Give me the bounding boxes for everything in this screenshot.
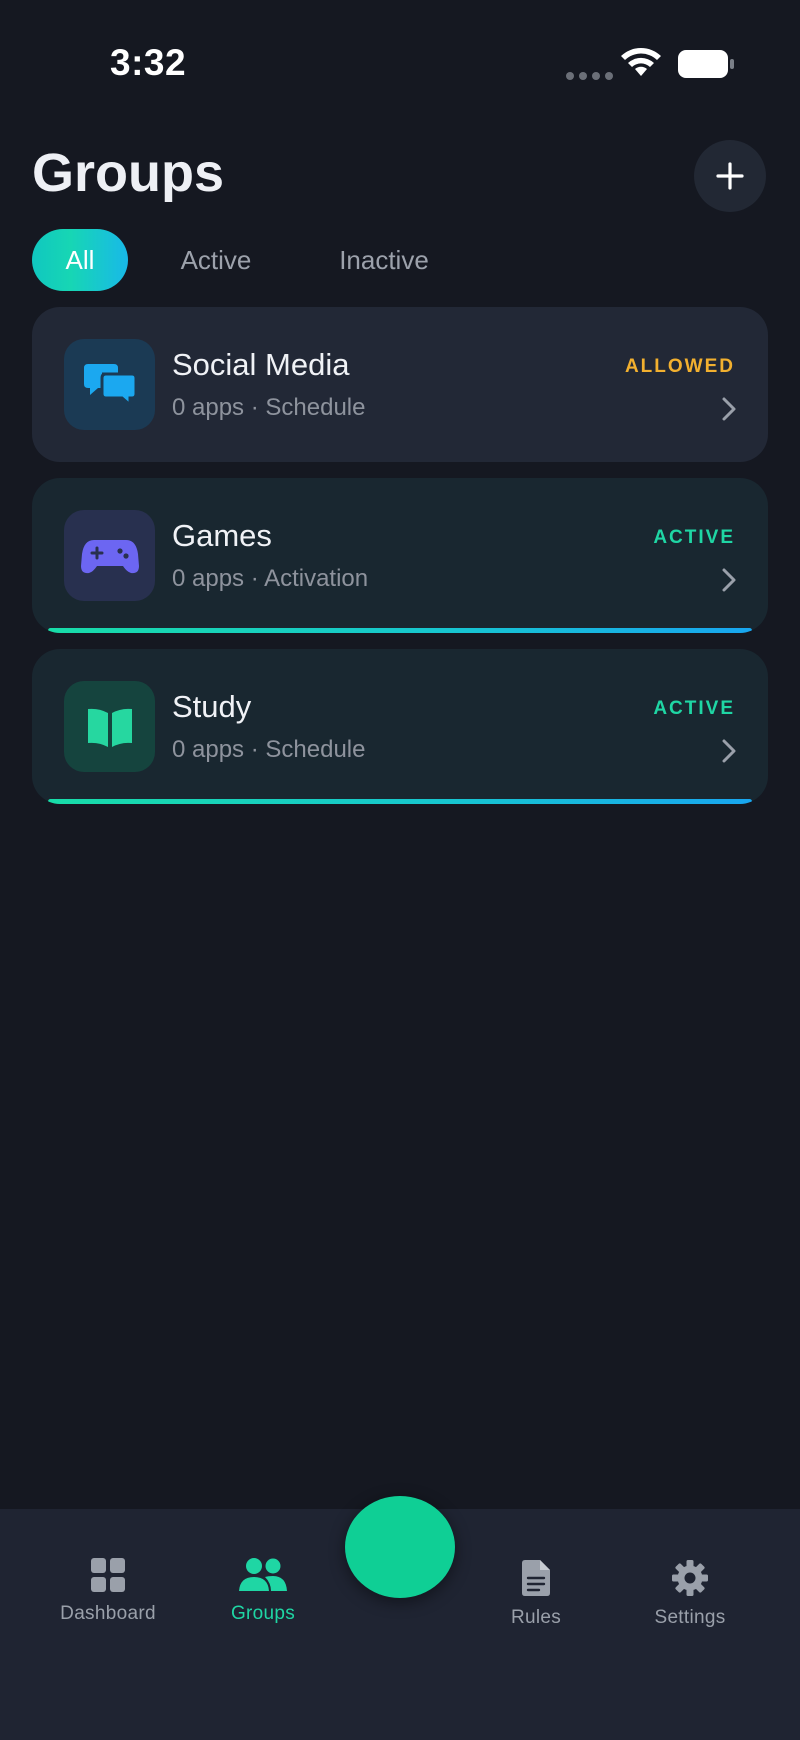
group-name: Social Media <box>172 347 350 382</box>
group-meta: 0 apps · Schedule <box>172 394 366 421</box>
nav-label: Settings <box>654 1607 726 1628</box>
status-bar: 3:32 <box>0 0 800 120</box>
group-card-games[interactable]: Games 0 apps · Activation ACTIVE <box>32 478 768 633</box>
status-time: 3:32 <box>110 42 187 83</box>
nav-label: Dashboard <box>60 1603 156 1624</box>
status-badge: ACTIVE <box>653 527 735 548</box>
group-meta: 0 apps · Schedule <box>172 736 366 763</box>
chevron-right-icon <box>722 739 736 763</box>
status-badge: ALLOWED <box>624 356 735 377</box>
tab-inactive[interactable]: Inactive <box>304 229 464 291</box>
group-name: Study <box>172 689 252 724</box>
page-title: Groups <box>32 143 225 203</box>
group-card-study[interactable]: Study 0 apps · Schedule ACTIVE <box>32 649 768 804</box>
nav-settings[interactable]: Settings <box>640 1559 740 1629</box>
nav-dashboard[interactable]: Dashboard <box>58 1557 158 1625</box>
plus-icon <box>716 162 744 190</box>
users-icon <box>239 1558 287 1591</box>
group-icon-tile <box>64 681 155 772</box>
group-meta: 0 apps · Activation <box>172 565 369 592</box>
battery-icon <box>678 50 734 78</box>
chevron-right-icon <box>722 397 736 421</box>
filter-tabs: All Active Inactive <box>32 229 464 291</box>
gamepad-icon <box>80 539 139 573</box>
chat-bubbles-icon <box>83 363 137 408</box>
center-action-button[interactable] <box>345 1496 455 1598</box>
wifi-icon <box>621 48 661 76</box>
nav-groups[interactable]: Groups <box>213 1557 313 1625</box>
chevron-right-icon <box>722 568 736 592</box>
grid-icon <box>91 1558 125 1592</box>
book-icon <box>87 708 132 747</box>
tab-all[interactable]: All <box>32 229 128 291</box>
active-progress-bar <box>48 628 752 633</box>
groups-screen: 3:32 Groups All Active Inactive Social M… <box>0 0 800 1740</box>
active-progress-bar <box>48 799 752 804</box>
document-icon <box>522 1560 550 1596</box>
group-icon-tile <box>64 339 155 430</box>
nav-label: Rules <box>510 1607 562 1628</box>
group-icon-tile <box>64 510 155 601</box>
group-card-social-media[interactable]: Social Media 0 apps · Schedule ALLOWED <box>32 307 768 462</box>
gear-icon <box>672 1560 708 1596</box>
cellular-signal-icon <box>566 72 613 80</box>
status-badge: ACTIVE <box>653 698 735 719</box>
nav-rules[interactable]: Rules <box>486 1559 586 1629</box>
group-name: Games <box>172 518 272 553</box>
nav-label: Groups <box>230 1603 296 1624</box>
tab-active[interactable]: Active <box>128 229 304 291</box>
add-group-button[interactable] <box>694 140 766 212</box>
